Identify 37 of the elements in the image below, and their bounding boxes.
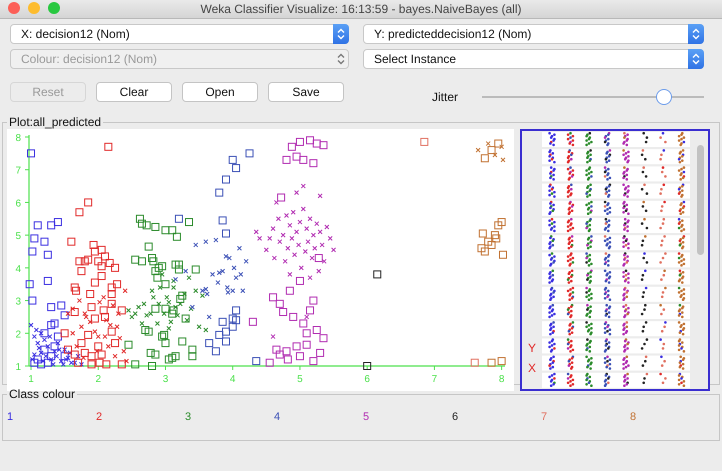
- class-label: 6: [452, 411, 460, 423]
- y-tick-label: 6: [15, 198, 21, 210]
- jitter-label: Jitter: [432, 90, 458, 104]
- class-label: 7: [541, 411, 548, 423]
- x-tick-label: 1: [28, 374, 34, 385]
- class-label: 2: [96, 411, 104, 423]
- dropdown[interactable]: Y: predicteddecision12 (Nom): [363, 24, 704, 44]
- class-label: 8: [630, 411, 638, 423]
- scatter-matrix-panel[interactable]: Y X: [520, 129, 710, 391]
- plot-title: Plot:all_predicted: [8, 115, 102, 129]
- class-label: 4: [274, 411, 282, 423]
- window-title: Weka Classifier Visualize: 16:13:59 - bayes.NaiveBayes (all): [200, 2, 522, 16]
- dropdown[interactable]: X: decision12 (Nom): [10, 24, 349, 44]
- dropdown[interactable]: Select Instance: [363, 49, 704, 69]
- y-tick-label: 8: [15, 133, 21, 144]
- x-tick-label: 7: [432, 374, 438, 385]
- x-tick-label: 3: [162, 374, 168, 385]
- axis-letter: Y: [528, 341, 536, 355]
- class-label: 3: [185, 411, 192, 423]
- x-tick-label: 2: [95, 374, 102, 385]
- class-colour-title: Class colour: [8, 387, 76, 401]
- action-button[interactable]: Clear: [96, 82, 172, 102]
- axis-letter: X: [528, 361, 536, 375]
- class-label: 5: [363, 411, 370, 423]
- x-tick-label: 5: [297, 374, 303, 385]
- x-tick-label: 8: [498, 374, 504, 385]
- y-tick-label: 1: [15, 362, 21, 373]
- y-tick-label: 4: [15, 264, 21, 275]
- class-label: 1: [7, 411, 14, 423]
- y-tick-label: 2: [15, 329, 21, 340]
- y-tick-label: 5: [15, 231, 21, 242]
- action-button[interactable]: Save: [268, 82, 344, 102]
- y-tick-label: 7: [15, 166, 21, 177]
- action-button[interactable]: Open: [182, 82, 258, 102]
- y-tick-label: 3: [15, 296, 21, 308]
- x-tick-label: 4: [230, 374, 236, 385]
- x-tick-label: 6: [364, 374, 370, 385]
